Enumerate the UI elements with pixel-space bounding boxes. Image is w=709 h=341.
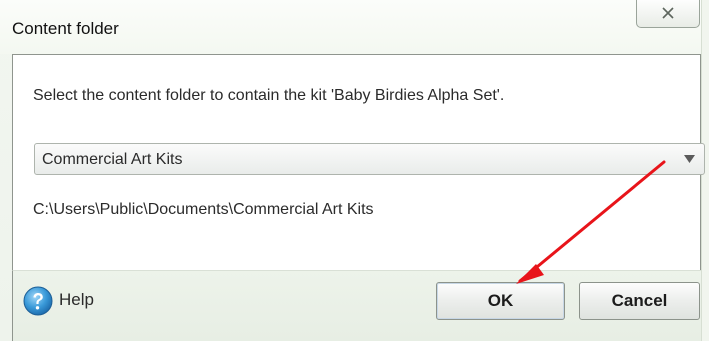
folder-path: C:\Users\Public\Documents\Commercial Art… bbox=[33, 201, 374, 218]
selected-folder: Commercial Art Kits bbox=[42, 151, 183, 168]
close-button[interactable] bbox=[636, 0, 700, 28]
title-bar: Content folder bbox=[0, 0, 709, 54]
window-title: Content folder bbox=[12, 19, 119, 38]
help-icon[interactable] bbox=[23, 286, 53, 316]
dialog-window: Content folder Select the content folder… bbox=[0, 0, 709, 341]
chevron-down-icon bbox=[684, 155, 695, 163]
dialog-footer: Help OK Cancel bbox=[12, 270, 701, 341]
ok-button[interactable]: OK bbox=[436, 282, 565, 320]
close-icon bbox=[662, 6, 674, 19]
cancel-button[interactable]: Cancel bbox=[579, 282, 700, 320]
content-panel: Select the content folder to contain the… bbox=[12, 54, 705, 270]
prompt-text: Select the content folder to contain the… bbox=[33, 87, 505, 104]
content-folder-select[interactable]: Commercial Art Kits bbox=[34, 143, 705, 175]
help-link[interactable]: Help bbox=[59, 290, 94, 310]
